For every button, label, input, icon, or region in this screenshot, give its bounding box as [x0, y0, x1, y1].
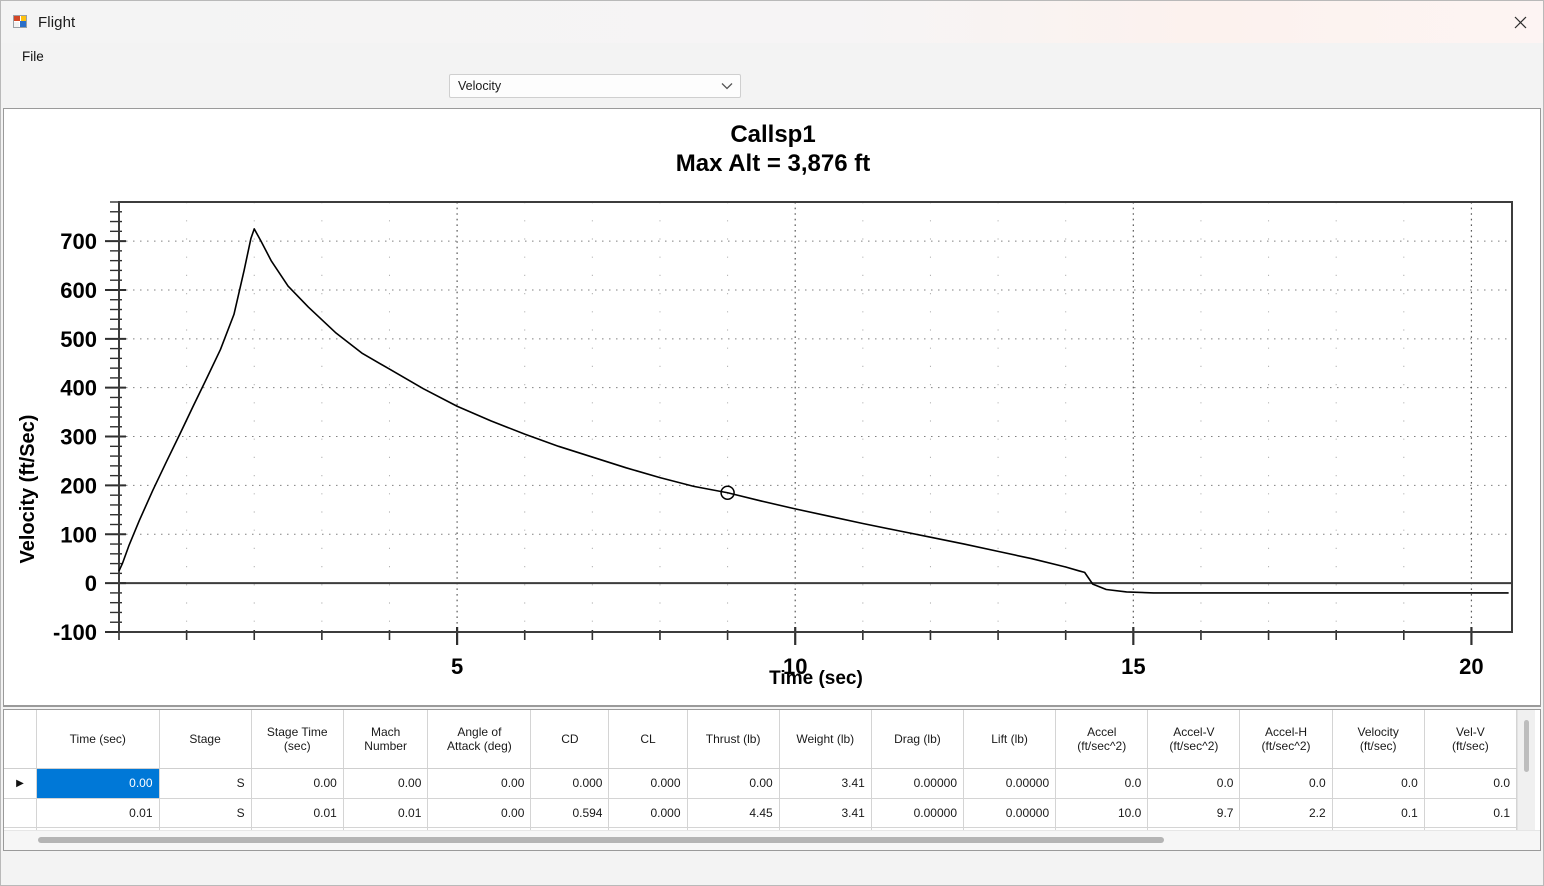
column-header[interactable]: Thrust (lb) — [687, 710, 780, 769]
table-cell[interactable]: 4.45 — [687, 798, 780, 828]
svg-text:15: 15 — [1121, 654, 1145, 679]
form-icon — [13, 14, 29, 30]
data-grid-viewport: Time (sec) Stage Stage Time (sec) Mach Number… — [4, 710, 1540, 830]
column-header[interactable]: Stage Time (sec) — [251, 710, 344, 769]
column-header[interactable]: Lift (lb) — [963, 710, 1057, 769]
table-cell[interactable]: 0.0 — [1055, 768, 1149, 799]
svg-text:0: 0 — [85, 571, 97, 596]
close-icon — [1514, 16, 1526, 28]
plot-type-value: Velocity — [458, 79, 502, 93]
chart-subtitle: Max Alt = 3,876 ft — [676, 150, 871, 177]
chart-panel: Callsp1 Max Alt = 3,876 ft Velocity (ft/… — [3, 108, 1541, 707]
chevron-down-icon — [714, 82, 740, 90]
table-row[interactable]: ▶ 0.00 S 0.00 0.00 0.00 0.000 0.000 0.00 3.41 0.00… — [4, 768, 1518, 799]
table-header-row: Time (sec) Stage Stage Time (sec) Mach Number… — [4, 710, 1518, 769]
table-cell[interactable]: 0.000 — [608, 798, 688, 828]
column-header[interactable]: Accel-H (ft/sec^2) — [1239, 710, 1333, 769]
table-cell[interactable]: 0.00 — [36, 768, 160, 799]
table-cell[interactable]: 0.00000 — [963, 768, 1057, 799]
column-header[interactable]: Angle of Attack (deg) — [427, 710, 532, 769]
menu-bar: File — [1, 43, 1543, 69]
y-axis-label: Velocity (ft/Sec) — [17, 415, 39, 564]
table-cell[interactable]: 2.2 — [1239, 798, 1333, 828]
table-row[interactable]: 0.01 S 0.01 0.01 0.00 0.594 0.000 4.45 3.41 0.000… — [4, 798, 1518, 828]
menu-item-file[interactable]: File — [15, 46, 51, 67]
table-cell[interactable]: 0.00 — [343, 768, 429, 799]
grid-horizontal-scrollbar[interactable] — [4, 830, 1540, 850]
column-header[interactable]: Vel-V (ft/sec) — [1424, 710, 1518, 769]
column-header[interactable]: Stage — [159, 710, 252, 769]
window-title: Flight — [38, 13, 76, 31]
table-cell[interactable]: S — [159, 798, 252, 828]
table-cell[interactable]: 0.01 — [36, 798, 160, 828]
column-header[interactable]: Accel-V (ft/sec^2) — [1147, 710, 1241, 769]
table-body: ▶ 0.00 S 0.00 0.00 0.00 0.000 0.000 0.00 3.41 0.00… — [4, 768, 1518, 830]
column-header[interactable]: Velocity (ft/sec) — [1332, 710, 1425, 769]
table-cell[interactable]: 0.01 — [343, 798, 429, 828]
plot-type-select[interactable]: Velocity — [449, 74, 741, 98]
table-cell[interactable]: 0.00 — [427, 768, 532, 799]
grid-horizontal-scroll-thumb[interactable] — [38, 837, 1164, 843]
table-cell[interactable]: 10.0 — [1055, 798, 1149, 828]
table-cell[interactable]: 0.00 — [687, 768, 780, 799]
velocity-chart: Callsp1 Max Alt = 3,876 ft Velocity (ft/… — [4, 109, 1540, 703]
svg-text:10: 10 — [783, 654, 807, 679]
svg-text:400: 400 — [60, 376, 97, 401]
table-cell[interactable]: 0.0 — [1147, 768, 1241, 799]
svg-text:500: 500 — [60, 327, 97, 352]
svg-text:600: 600 — [60, 278, 97, 303]
row-indicator[interactable]: ▶ — [4, 768, 38, 799]
table-cell[interactable]: 0.00000 — [871, 798, 965, 828]
svg-text:700: 700 — [60, 229, 97, 254]
table-cell[interactable]: 0.0 — [1424, 768, 1518, 799]
title-bar: Flight — [1, 1, 1543, 43]
table-cell[interactable]: 0.0 — [1239, 768, 1333, 799]
column-header[interactable]: Weight (lb) — [779, 710, 872, 769]
table-cell[interactable]: 0.00000 — [963, 798, 1057, 828]
table-cell[interactable]: 0.1 — [1332, 798, 1425, 828]
flight-data-table: Time (sec) Stage Stage Time (sec) Mach Number… — [4, 710, 1518, 830]
row-selector-header — [4, 710, 38, 769]
svg-text:100: 100 — [60, 522, 97, 547]
table-cell[interactable]: 0.00 — [251, 768, 344, 799]
column-header[interactable]: Mach Number — [343, 710, 429, 769]
table-cell[interactable]: 3.41 — [779, 768, 872, 799]
table-cell[interactable]: S — [159, 768, 252, 799]
table-cell[interactable]: 0.0 — [1332, 768, 1425, 799]
current-row-arrow-icon: ▶ — [16, 777, 24, 789]
table-cell[interactable]: 9.7 — [1147, 798, 1241, 828]
svg-text:5: 5 — [451, 654, 463, 679]
column-header[interactable]: CD — [530, 710, 610, 769]
column-header[interactable]: Time (sec) — [36, 710, 160, 769]
table-cell[interactable]: 0.000 — [608, 768, 688, 799]
table-cell[interactable]: 0.594 — [530, 798, 610, 828]
status-strip — [1, 851, 1543, 885]
table-cell[interactable]: 0.1 — [1424, 798, 1518, 828]
grid-vertical-scrollbar[interactable] — [1517, 710, 1535, 830]
chart-title: Callsp1 — [730, 121, 815, 148]
svg-text:20: 20 — [1459, 654, 1483, 679]
flight-window: Flight File Velocity Callsp1 Max Alt = 3… — [0, 0, 1544, 886]
svg-text:200: 200 — [60, 473, 97, 498]
table-cell[interactable]: 0.000 — [530, 768, 610, 799]
row-indicator[interactable] — [4, 798, 38, 828]
column-header[interactable]: Drag (lb) — [871, 710, 965, 769]
data-grid-panel: Time (sec) Stage Stage Time (sec) Mach Number… — [3, 709, 1541, 851]
column-header[interactable]: Accel (ft/sec^2) — [1055, 710, 1149, 769]
svg-text:300: 300 — [60, 425, 97, 450]
table-cell[interactable]: 0.01 — [251, 798, 344, 828]
toolbar: Velocity — [1, 69, 1543, 108]
column-header[interactable]: CL — [608, 710, 688, 769]
table-cell[interactable]: 3.41 — [779, 798, 872, 828]
table-cell[interactable]: 0.00000 — [871, 768, 965, 799]
close-button[interactable] — [1497, 1, 1543, 43]
svg-text:-100: -100 — [53, 620, 97, 645]
table-cell[interactable]: 0.00 — [427, 798, 532, 828]
table-header: Time (sec) Stage Stage Time (sec) Mach Number… — [4, 710, 1518, 769]
grid-vertical-scroll-thumb[interactable] — [1524, 720, 1529, 772]
